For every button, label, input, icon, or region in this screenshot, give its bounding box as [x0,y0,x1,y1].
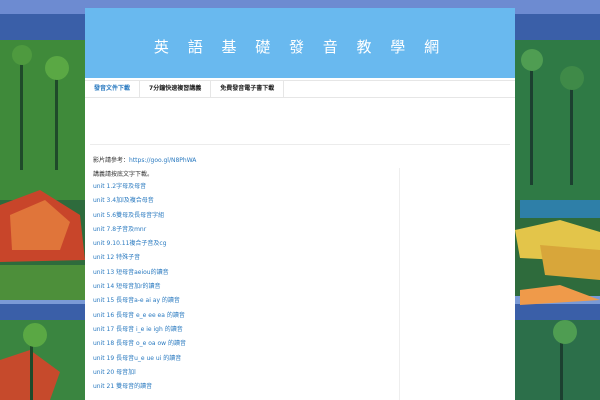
unit-link[interactable]: unit 18 長母音 o_e oa ow 的讀音 [93,340,186,347]
unit-link[interactable]: unit 1.2字母及母音 [93,183,146,190]
download-intro: 講義請按底文字下載。 [93,171,154,178]
site-header: 英 語 基 礎 發 音 教 學 網 [85,8,515,78]
sidebar-divider [399,168,400,400]
unit-link[interactable]: unit 20 母音加l [93,369,136,376]
video-reference-label: 影片請參考： [93,157,130,164]
video-reference-link[interactable]: https://goo.gl/N8PhWA [129,157,196,164]
unit-link[interactable]: unit 7.8子音及mnr [93,226,146,233]
list-item: unit 15 長母音a-e ai ay 的讀音 [93,294,186,308]
list-item: unit 9.10.11複合子音及cg [93,237,186,251]
unit-link[interactable]: unit 9.10.11複合子音及cg [93,240,167,247]
list-item: unit 21 雙母音的讀音 [93,380,186,394]
unit-link[interactable]: unit 21 雙母音的讀音 [93,383,152,390]
unit-list: unit 1.2字母及母音 unit 3.4加l及複合母音 unit 5.6雙母… [93,180,186,394]
list-item: unit 1.2字母及母音 [93,180,186,194]
nav-tabs: 發音文件下載 7分鐘快速複習講義 免費發音電子書下載 [85,80,515,98]
tab-free-ebook-download[interactable]: 免費發音電子書下載 [211,81,285,97]
list-item: unit 20 母音加l [93,366,186,380]
tab-seven-minute-review[interactable]: 7分鐘快速複習講義 [140,81,212,97]
site-title[interactable]: 英 語 基 礎 發 音 教 學 網 [85,36,515,57]
list-item: unit 18 長母音 o_e oa ow 的讀音 [93,337,186,351]
list-item: unit 12 特殊子音 [93,251,186,265]
list-item: unit 3.4加l及複合母音 [93,194,186,208]
list-item: unit 5.6雙母及長母音字組 [93,209,186,223]
unit-link[interactable]: unit 5.6雙母及長母音字組 [93,212,164,219]
list-item: unit 17 長母音 i_e ie igh 的讀音 [93,323,186,337]
list-item: unit 16 長母音 e_e ee ea 的讀音 [93,309,186,323]
unit-link[interactable]: unit 15 長母音a-e ai ay 的讀音 [93,297,180,304]
list-item: unit 7.8子音及mnr [93,223,186,237]
unit-link[interactable]: unit 3.4加l及複合母音 [93,197,154,204]
tab-document-download[interactable]: 發音文件下載 [85,81,141,97]
video-reference: 影片請參考：https://goo.gl/N8PhWA [93,155,196,164]
unit-link[interactable]: unit 13 短母音aeiou的讀音 [93,269,169,276]
unit-link[interactable]: unit 14 短母音加r的讀音 [93,283,161,290]
unit-link[interactable]: unit 12 特殊子音 [93,254,140,261]
unit-link[interactable]: unit 17 長母音 i_e ie igh 的讀音 [93,326,183,333]
list-item: unit 19 長母音u_e ue ui 的讀音 [93,352,186,366]
unit-link[interactable]: unit 16 長母音 e_e ee ea 的讀音 [93,312,185,319]
divider [90,144,510,145]
unit-link[interactable]: unit 19 長母音u_e ue ui 的讀音 [93,355,181,362]
list-item: unit 14 短母音加r的讀音 [93,280,186,294]
list-item: unit 13 短母音aeiou的讀音 [93,266,186,280]
page-container: 英 語 基 礎 發 音 教 學 網 發音文件下載 7分鐘快速複習講義 免費發音電… [85,8,515,400]
